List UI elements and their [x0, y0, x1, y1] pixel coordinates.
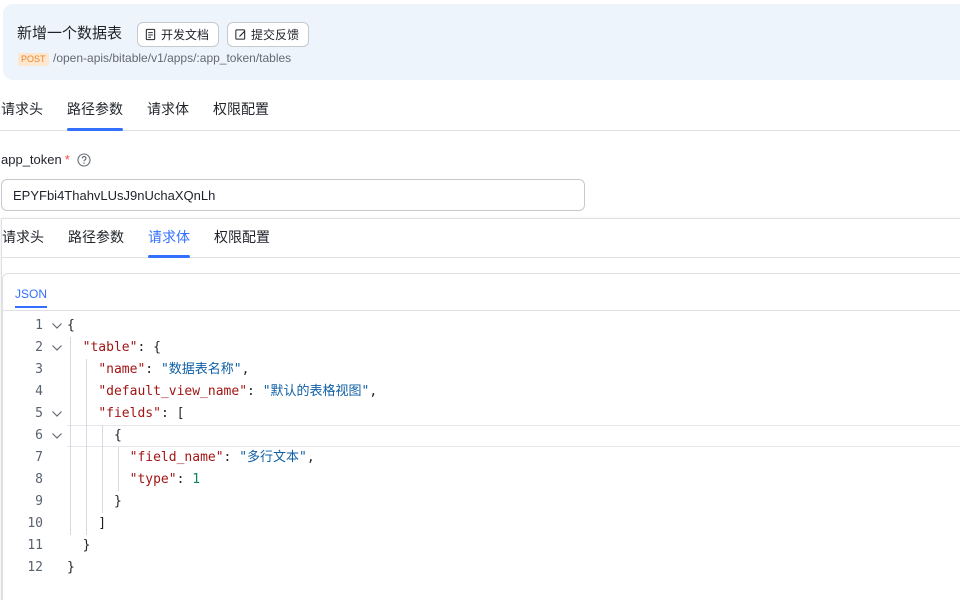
- json-punctuation: :: [247, 384, 263, 399]
- document-icon: [145, 28, 156, 41]
- json-key: "default_view_name": [98, 384, 248, 399]
- code-line: 11 }: [3, 535, 960, 557]
- line-number: 2: [35, 340, 43, 355]
- api-header: 新增一个数据表 开发文档 提交反馈 POST /open-apis/bitabl…: [3, 4, 960, 80]
- json-punctuation: }: [67, 538, 91, 553]
- json-punctuation: ,: [306, 450, 315, 465]
- code-line: 10 ]: [3, 513, 960, 535]
- request-tabs: 请求头 路径参数 请求体 权限配置: [0, 84, 960, 131]
- json-punctuation: : {: [137, 340, 161, 355]
- line-number: 8: [35, 472, 43, 487]
- line-number: 5: [35, 406, 43, 421]
- code-line: 8 "type": 1: [3, 469, 960, 491]
- code-line: 4 "default_view_name": "默认的表格视图",: [3, 381, 960, 403]
- json-number: 1: [192, 472, 201, 487]
- code-line: 2 "table": {: [3, 337, 960, 359]
- code-line: 9 }: [3, 491, 960, 513]
- json-punctuation: : [: [160, 406, 185, 421]
- code-text: }: [67, 535, 91, 557]
- line-number: 9: [35, 494, 43, 509]
- http-method-badge: POST: [18, 53, 49, 66]
- panel-tab-request-body[interactable]: 请求体: [148, 227, 190, 258]
- line-number: 11: [27, 538, 43, 553]
- code-text: "fields": [: [67, 403, 184, 425]
- code-line: 6 {: [3, 425, 960, 447]
- line-number: 6: [35, 428, 43, 443]
- edit-feedback-icon: [235, 29, 246, 40]
- json-tabbar: JSON: [3, 274, 960, 311]
- dev-doc-label: 开发文档: [161, 28, 210, 42]
- page-title: 新增一个数据表: [17, 24, 123, 42]
- code-line: 1{: [3, 315, 960, 337]
- dev-doc-button[interactable]: 开发文档: [137, 22, 219, 47]
- code-text: "name": "数据表名称",: [67, 359, 249, 381]
- json-punctuation: :: [223, 450, 240, 465]
- code-text: }: [67, 557, 75, 579]
- code-line: 3 "name": "数据表名称",: [3, 359, 960, 381]
- json-punctuation: :: [145, 362, 161, 377]
- app-token-label-text: app_token: [1, 152, 62, 167]
- panel-tab-request-header[interactable]: 请求头: [2, 227, 44, 247]
- json-punctuation: ,: [241, 362, 250, 377]
- json-punctuation: ,: [369, 384, 378, 399]
- json-string: "数据表名称": [160, 362, 242, 377]
- code-text: "table": {: [67, 337, 161, 359]
- json-editor-container: JSON 1{2 "table": {3 "name": "数据表名称", 4 "…: [2, 273, 960, 600]
- tab-request-body[interactable]: 请求体: [147, 99, 189, 119]
- json-punctuation: }: [67, 494, 122, 509]
- tab-path-params[interactable]: 路径参数: [67, 99, 123, 131]
- line-number: 7: [35, 450, 43, 465]
- api-path: /open-apis/bitable/v1/apps/:app_token/ta…: [53, 51, 292, 65]
- tab-request-header[interactable]: 请求头: [1, 99, 43, 119]
- panel-tab-permissions[interactable]: 权限配置: [214, 227, 270, 247]
- panel-tab-path-params[interactable]: 路径参数: [68, 227, 124, 247]
- fold-chevron-icon[interactable]: [51, 342, 63, 354]
- feedback-label: 提交反馈: [251, 28, 300, 42]
- json-punctuation: :: [176, 472, 193, 487]
- code-line: 12}: [3, 557, 960, 579]
- json-punctuation: {: [67, 318, 75, 333]
- line-number: 12: [27, 560, 43, 575]
- json-key: "type": [129, 472, 177, 487]
- code-text: ]: [67, 513, 106, 535]
- fold-chevron-icon[interactable]: [51, 430, 63, 442]
- json-punctuation: [67, 340, 83, 355]
- json-punctuation: [67, 406, 98, 421]
- feedback-button[interactable]: 提交反馈: [227, 22, 309, 47]
- json-punctuation: [67, 362, 98, 377]
- code-text: {: [67, 425, 122, 447]
- fold-chevron-icon[interactable]: [51, 320, 63, 332]
- fold-chevron-icon[interactable]: [51, 408, 63, 420]
- json-punctuation: [67, 472, 130, 487]
- code-text: {: [67, 315, 75, 337]
- help-icon[interactable]: [77, 152, 91, 167]
- json-key: "table": [82, 340, 138, 355]
- tab-permissions[interactable]: 权限配置: [213, 99, 269, 119]
- json-key: "name": [98, 362, 146, 377]
- app-token-input[interactable]: [1, 179, 585, 211]
- code-text: }: [67, 491, 122, 513]
- code-text: "default_view_name": "默认的表格视图",: [67, 381, 377, 403]
- json-key: "field_name": [129, 450, 224, 465]
- json-punctuation: [67, 450, 130, 465]
- tab-json[interactable]: JSON: [15, 287, 48, 308]
- code-text: "field_name": "多行文本",: [67, 447, 315, 469]
- line-number: 1: [35, 318, 43, 333]
- json-punctuation: ]: [67, 516, 107, 531]
- code-line: 7 "field_name": "多行文本",: [3, 447, 960, 469]
- line-number: 3: [35, 362, 43, 377]
- json-punctuation: }: [67, 560, 75, 575]
- json-string: "多行文本": [239, 450, 307, 465]
- line-number: 10: [27, 516, 43, 531]
- panel-tabs: 请求头 路径参数 请求体 权限配置: [2, 219, 960, 258]
- app-token-label: app_token *: [1, 152, 91, 167]
- line-number: 4: [35, 384, 43, 399]
- json-string: "默认的表格视图": [262, 384, 370, 399]
- json-key: "fields": [98, 406, 161, 421]
- required-mark: *: [64, 152, 70, 167]
- json-punctuation: {: [67, 428, 122, 443]
- code-line: 5 "fields": [: [3, 403, 960, 425]
- json-punctuation: [67, 384, 98, 399]
- code-text: "type": 1: [67, 469, 200, 491]
